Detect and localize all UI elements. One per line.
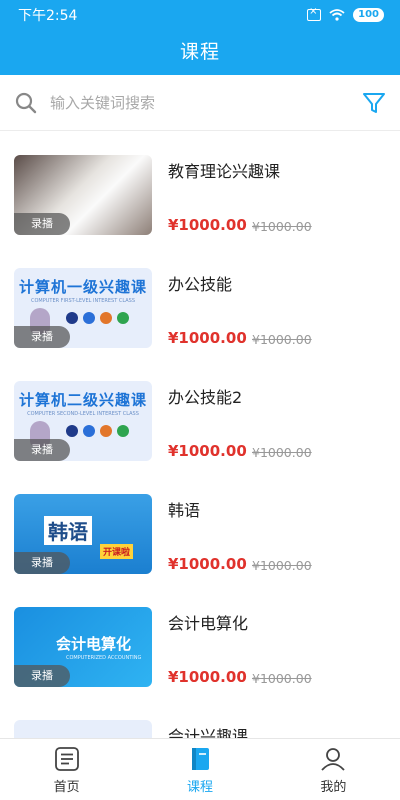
status-time: 下午2:54 [18,8,78,24]
recorded-badge: 录播 [14,326,70,348]
wifi-icon [329,9,345,21]
course-original-price: ¥1000.00 [252,332,312,347]
thumbnail-caption: 计算机一级兴趣课 [18,278,147,296]
course-title: 会计兴趣课 [168,727,249,738]
thumbnail-caption: 计算机二级兴趣课 [18,391,147,409]
tab-courses[interactable]: 课程 [133,739,266,800]
tab-label: 首页 [53,780,80,795]
search-input[interactable] [50,93,362,112]
thumbnail-tag: 开课啦 [100,544,134,559]
course-price: ¥1000.00 [168,555,247,573]
course-item[interactable]: 计算机二级兴趣课 COMPUTER SECOND-LEVEL INTEREST … [0,366,400,479]
tab-label: 课程 [186,780,213,795]
course-item[interactable]: 会计电算化 COMPUTERIZED ACCOUNTING 录播 会计电算化 ¥… [0,592,400,705]
search-icon[interactable] [14,91,38,115]
course-price: ¥1000.00 [168,216,247,234]
course-list: 录播 教育理论兴趣课 ¥1000.00 ¥1000.00 计算机一级兴趣课 CO… [0,140,400,738]
course-original-price: ¥1000.00 [252,671,312,686]
sim-off-icon [307,6,322,21]
search-bar [0,75,400,131]
thumbnail-caption: 韩语 [44,516,92,545]
course-title: 教育理论兴趣课 [168,162,281,181]
office-apps-icon [66,312,129,324]
book-icon [191,748,209,770]
tab-profile[interactable]: 我的 [267,739,400,800]
recorded-badge: 录播 [14,665,70,687]
course-original-price: ¥1000.00 [252,219,312,234]
course-item[interactable]: 录播 教育理论兴趣课 ¥1000.00 ¥1000.00 [0,140,400,253]
course-item[interactable]: 会计兴趣课 [0,705,400,738]
recorded-badge: 录播 [14,213,70,235]
course-title: 办公技能 [168,275,233,294]
course-title: 会计电算化 [168,614,249,633]
course-price: ¥1000.00 [168,668,247,686]
thumbnail-subcaption: COMPUTER FIRST-LEVEL INTEREST CLASS [30,298,136,304]
status-icons: 100 [307,6,384,22]
course-price: ¥1000.00 [168,329,247,347]
course-thumbnail: 会计电算化 COMPUTERIZED ACCOUNTING 录播 [14,607,152,687]
tab-home[interactable]: 首页 [0,739,133,800]
list-icon [54,747,79,771]
course-thumbnail [14,720,152,738]
thumbnail-subcaption: COMPUTER SECOND-LEVEL INTEREST CLASS [27,411,139,417]
course-thumbnail: 计算机一级兴趣课 COMPUTER FIRST-LEVEL INTEREST C… [14,268,152,348]
course-original-price: ¥1000.00 [252,445,312,460]
course-thumbnail: 计算机二级兴趣课 COMPUTER SECOND-LEVEL INTEREST … [14,381,152,461]
course-item[interactable]: 韩语 开课啦 录播 韩语 ¥1000.00 ¥1000.00 [0,479,400,592]
recorded-badge: 录播 [14,552,70,574]
thumbnail-caption: 会计电算化 [56,635,132,653]
user-icon [321,748,345,771]
course-thumbnail: 韩语 开课啦 录播 [14,494,152,574]
course-title: 办公技能2 [168,388,243,407]
course-item[interactable]: 计算机一级兴趣课 COMPUTER FIRST-LEVEL INTEREST C… [0,253,400,366]
app-header: 下午2:54 100 课程 [0,0,400,75]
thumbnail-subcaption: COMPUTERIZED ACCOUNTING [66,655,142,661]
page-title: 课程 [179,41,220,63]
course-thumbnail: 录播 [14,155,152,235]
course-original-price: ¥1000.00 [252,558,312,573]
battery-indicator: 100 [353,8,384,22]
tab-label: 我的 [320,780,347,795]
bottom-tab-bar: 首页 课程 我的 [0,738,400,800]
filter-icon[interactable] [362,91,386,115]
recorded-badge: 录播 [14,439,70,461]
office-apps-icon [66,425,129,437]
status-bar: 下午2:54 100 [0,0,400,30]
course-price: ¥1000.00 [168,442,247,460]
course-title: 韩语 [168,501,201,520]
